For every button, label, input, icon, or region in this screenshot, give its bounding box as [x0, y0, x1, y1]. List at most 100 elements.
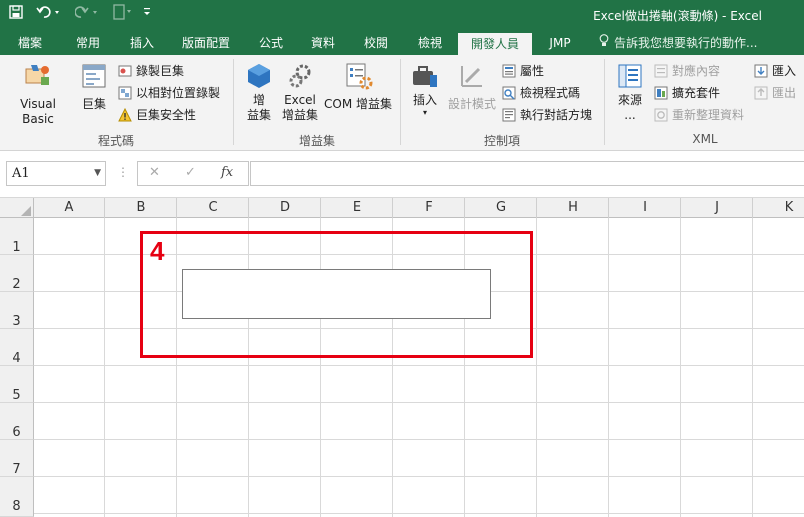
formula-bar-grip-icon[interactable]: ⋮	[117, 165, 129, 179]
com-addins-button[interactable]: COM 增益集	[322, 61, 394, 112]
view-code-label: 檢視程式碼	[520, 86, 581, 100]
tab-formulas[interactable]: 公式	[248, 31, 294, 55]
addins-label-1: 增	[252, 93, 265, 107]
refresh-icon	[654, 108, 668, 122]
group-label-addins: 增益集	[298, 134, 335, 148]
title-bar: Excel做出捲軸(滾動條) - Excel	[0, 0, 804, 31]
ribbon-tabs: 檔案 常用 插入 版面配置 公式 資料 校閱 檢視 開發人員 JMP 告訴我您想…	[0, 31, 804, 55]
addins-icon	[240, 61, 278, 93]
excel-addins-button[interactable]: Excel 增益集	[280, 61, 320, 123]
xml-source-label: 來源	[617, 93, 642, 107]
view-code-icon	[502, 86, 516, 100]
touch-mode-icon[interactable]	[110, 4, 136, 26]
gear-icon	[280, 61, 320, 93]
enter-icon[interactable]: ✓	[185, 165, 196, 180]
xml-source-button[interactable]: 來源 ...	[610, 61, 650, 123]
redo-icon[interactable]	[74, 4, 102, 26]
macro-security-button[interactable]: 巨集安全性	[118, 105, 196, 125]
column-header-j[interactable]: J	[682, 198, 753, 218]
row-header-7[interactable]: 7	[0, 440, 34, 477]
properties-button[interactable]: 屬性	[502, 61, 544, 81]
tab-home[interactable]: 常用	[64, 31, 112, 55]
tab-view[interactable]: 檢視	[407, 31, 453, 55]
column-header-a[interactable]: A	[34, 198, 105, 218]
xml-export-button[interactable]: 匯出	[754, 83, 796, 103]
design-mode-label: 設計模式	[447, 97, 496, 111]
formula-bar: A1 ▼ ⋮ ✕ ✓ fx	[0, 151, 804, 197]
com-addins-icon	[322, 61, 394, 93]
macros-button[interactable]: 巨集	[74, 61, 114, 112]
tab-jmp[interactable]: JMP	[538, 31, 582, 55]
tab-insert[interactable]: 插入	[118, 31, 166, 55]
import-icon	[754, 64, 768, 78]
formula-input[interactable]	[250, 161, 804, 186]
select-all-triangle-icon	[21, 206, 31, 216]
column-header-i[interactable]: I	[610, 198, 681, 218]
tell-me-text: 告訴我您想要執行的動作...	[614, 36, 758, 50]
column-header-h[interactable]: H	[538, 198, 609, 218]
row-header-4[interactable]: 4	[0, 329, 34, 366]
tab-data[interactable]: 資料	[300, 31, 346, 55]
column-header-g[interactable]: G	[466, 198, 537, 218]
chevron-down-icon: ▾	[422, 108, 427, 117]
view-code-button[interactable]: 檢視程式碼	[502, 83, 580, 103]
xml-source-icon	[610, 61, 650, 93]
row-header-5[interactable]: 5	[0, 366, 34, 403]
expansion-packs-icon	[654, 86, 668, 100]
row-header-1[interactable]: 1	[0, 218, 34, 255]
column-header-e[interactable]: E	[322, 198, 393, 218]
formula-buttons: ✕ ✓ fx	[137, 161, 249, 186]
tab-page-layout[interactable]: 版面配置	[174, 31, 238, 55]
column-header-d[interactable]: D	[250, 198, 321, 218]
visual-basic-label: Visual Basic	[20, 97, 56, 126]
tab-developer[interactable]: 開發人員	[458, 33, 532, 55]
name-box[interactable]: A1 ▼	[6, 161, 106, 186]
chevron-down-icon[interactable]: ▼	[94, 162, 101, 185]
column-header-k[interactable]: K	[754, 198, 804, 218]
list-box-control[interactable]	[182, 269, 491, 319]
relative-reference-label: 以相對位置錄製	[136, 86, 221, 100]
xml-import-button[interactable]: 匯入	[754, 61, 796, 81]
refresh-data-button[interactable]: 重新整理資料	[654, 105, 744, 125]
relative-reference-button[interactable]: 以相對位置錄製	[118, 83, 220, 103]
column-header-f[interactable]: F	[394, 198, 465, 218]
insert-function-icon[interactable]: fx	[221, 165, 233, 180]
cancel-icon[interactable]: ✕	[149, 165, 160, 180]
run-dialog-button[interactable]: 執行對話方塊	[502, 105, 592, 125]
expansion-packs-button[interactable]: 擴充套件	[654, 83, 720, 103]
lightbulb-icon	[598, 31, 610, 55]
save-icon[interactable]	[6, 4, 26, 26]
row-header-6[interactable]: 6	[0, 403, 34, 440]
addins-button[interactable]: 增 益集	[240, 61, 278, 123]
map-properties-button[interactable]: 對應內容	[654, 61, 720, 81]
column-header-c[interactable]: C	[178, 198, 249, 218]
ribbon-developer: Visual Basic 巨集 錄製巨集 以相對位置錄製 巨集安全性 程式碼 增…	[0, 55, 804, 151]
row-header-2[interactable]: 2	[0, 255, 34, 292]
com-addins-label: COM 增益集	[324, 97, 392, 111]
annotation-step-number: 4	[150, 236, 165, 266]
design-mode-button[interactable]: 設計模式	[446, 61, 498, 112]
addins-label-2: 益集	[246, 108, 271, 122]
tab-review[interactable]: 校閱	[353, 31, 399, 55]
row-header-3[interactable]: 3	[0, 292, 34, 329]
column-headers: A B C D E F G H I J K	[0, 197, 804, 218]
properties-icon	[502, 64, 516, 78]
design-mode-icon	[446, 61, 498, 93]
expansion-packs-label: 擴充套件	[672, 86, 721, 100]
record-macro-button[interactable]: 錄製巨集	[118, 61, 184, 81]
export-icon	[754, 86, 768, 100]
visual-basic-button[interactable]: Visual Basic	[4, 61, 72, 127]
run-dialog-icon	[502, 108, 516, 122]
warning-icon	[118, 107, 132, 122]
relative-reference-icon	[118, 86, 132, 100]
customize-qat-icon[interactable]	[140, 4, 154, 26]
macro-security-label: 巨集安全性	[136, 108, 197, 122]
row-header-8[interactable]: 8	[0, 477, 34, 517]
insert-control-button[interactable]: 插入 ▾	[406, 61, 444, 118]
column-header-b[interactable]: B	[106, 198, 177, 218]
run-dialog-label: 執行對話方塊	[520, 108, 593, 122]
tab-file[interactable]: 檔案	[8, 31, 52, 55]
undo-icon[interactable]	[34, 4, 64, 26]
select-all-button[interactable]	[0, 198, 34, 218]
tell-me-box[interactable]: 告訴我您想要執行的動作...	[598, 31, 757, 55]
